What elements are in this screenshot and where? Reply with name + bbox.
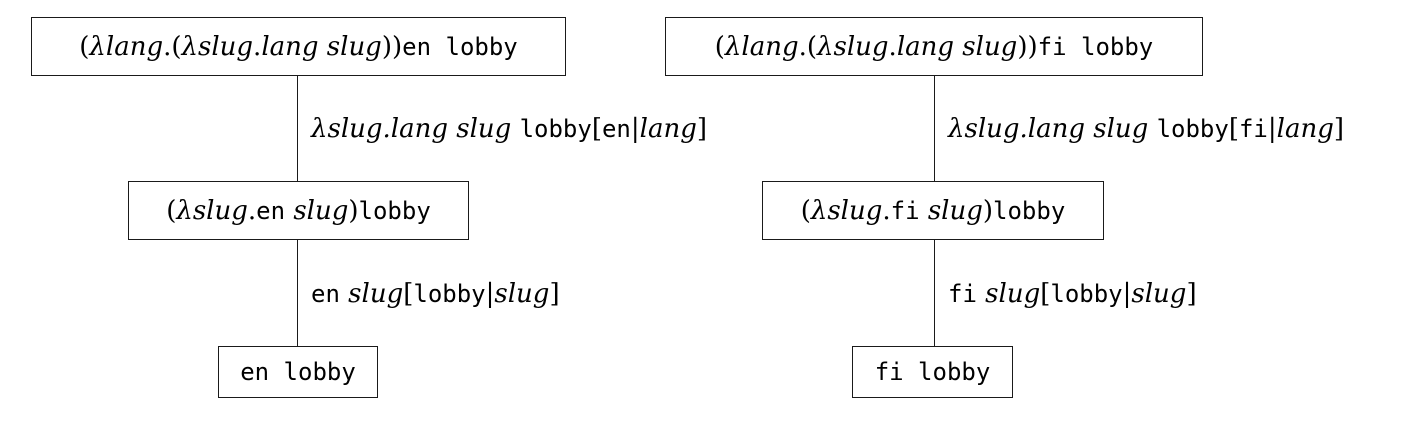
tree-en-edge-2 [297,240,298,346]
term-part: lang slug [261,31,382,62]
edge-label-term: en slug[lobby|slug] [311,281,560,307]
term-part: slug [293,195,349,226]
tree-en-edge-1 [297,76,298,181]
tree-fi-edge-label-1: λslug.lang slug lobby[fi|lang] [948,111,1344,147]
tree-fi-edge-1 [934,76,935,181]
term-part: slug [927,195,983,226]
term-part: fi [1238,115,1268,143]
term-part: en [311,280,340,308]
term-part [511,114,519,144]
term-part: en lobby [240,358,356,386]
term-part [1148,114,1156,144]
term-part: )) [1017,31,1038,62]
term-part: . [888,31,897,62]
term-part: . [882,195,891,226]
tree-fi-node-3: fi lobby [852,346,1013,398]
term-part: en [256,196,286,225]
term-part: λslug.lang slug [948,114,1149,144]
reduction-diagram: { "trees": [ { "steps": [ [ {"style": "r… [0,0,1412,426]
term-part: ] [1333,114,1345,144]
term-part [340,279,348,309]
term-part: ( [800,195,811,226]
tree-fi-edge-label-2: fi slug[lobby|slug] [948,276,1197,312]
term: (λlang.(λslug.lang slug))fi lobby [715,34,1153,60]
term-part: slug [985,279,1041,309]
term-part: lang [1276,114,1334,144]
term-part: [ [1228,114,1239,144]
tree-en-node-1: (λlang.(λslug.lang slug))en lobby [31,17,566,76]
term-part: slug [348,279,404,309]
term: (λslug.fi slug)lobby [801,198,1066,224]
term-part: λslug.lang slug [311,114,512,144]
term-part: slug [1131,279,1187,309]
term-part: .( [798,31,818,62]
term-part [920,196,928,226]
term-part: [ [403,279,414,309]
term-part: lang slug [896,31,1018,62]
term-part: ] [549,279,560,309]
term-part: fi [890,196,920,225]
tree-fi-node-2: (λslug.fi slug)lobby [762,181,1104,240]
tree-en-edge-label-1: λslug.lang slug lobby[en|lang] [311,111,707,147]
term-part: λlang [89,31,164,62]
term-part: | [630,114,640,144]
term-part: lobby [993,196,1066,225]
term-part: λslug [817,31,889,62]
term-part: lobby [358,196,431,225]
term-part: [ [1040,279,1051,309]
tree-fi-node-1: (λlang.(λslug.lang slug))fi lobby [665,17,1203,76]
term-part: λslug [810,195,883,226]
term-part [977,279,985,309]
term-part: [ [591,114,602,144]
term-part: ) [982,195,994,226]
term-part: | [1267,114,1277,144]
tree-en-node-3: en lobby [218,346,378,398]
term: en lobby [240,359,356,385]
term-part: en lobby [402,32,518,61]
term-part: lobby [413,280,486,308]
edge-label-term: fi slug[lobby|slug] [948,281,1197,307]
term-part: . [247,195,257,226]
term-part: fi lobby [874,358,991,386]
tree-en-node-2: (λslug.en slug)lobby [128,181,469,240]
term-part: en [601,115,631,143]
term-part: slug [494,279,550,309]
term-part: ( [79,31,90,62]
term-part: )) [381,31,403,62]
edge-label-term: λslug.lang slug lobby[fi|lang] [948,116,1344,142]
term-part: fi lobby [1037,32,1154,61]
term-part: lobby [1156,115,1229,143]
term-part: λslug [176,195,248,226]
term-part: ( [166,195,177,226]
term-part: fi [948,280,977,308]
tree-en-edge-label-2: en slug[lobby|slug] [311,276,560,312]
term-part: λslug [181,31,254,62]
term-part: ( [714,31,725,62]
term: (λlang.(λslug.lang slug))en lobby [79,34,517,60]
term-part: ] [1186,279,1197,309]
term-part: .( [163,31,182,62]
term: fi lobby [875,359,991,385]
term-part: λlang [724,31,799,62]
edge-label-term: λslug.lang slug lobby[en|lang] [311,116,707,142]
term-part: ) [348,195,359,226]
term-part: lobby [519,115,592,143]
term: (λslug.en slug)lobby [166,198,431,224]
tree-fi-edge-2 [934,240,935,346]
term-part: lobby [1050,280,1123,308]
term-part: lang [639,114,697,144]
term-part: ] [696,114,708,144]
